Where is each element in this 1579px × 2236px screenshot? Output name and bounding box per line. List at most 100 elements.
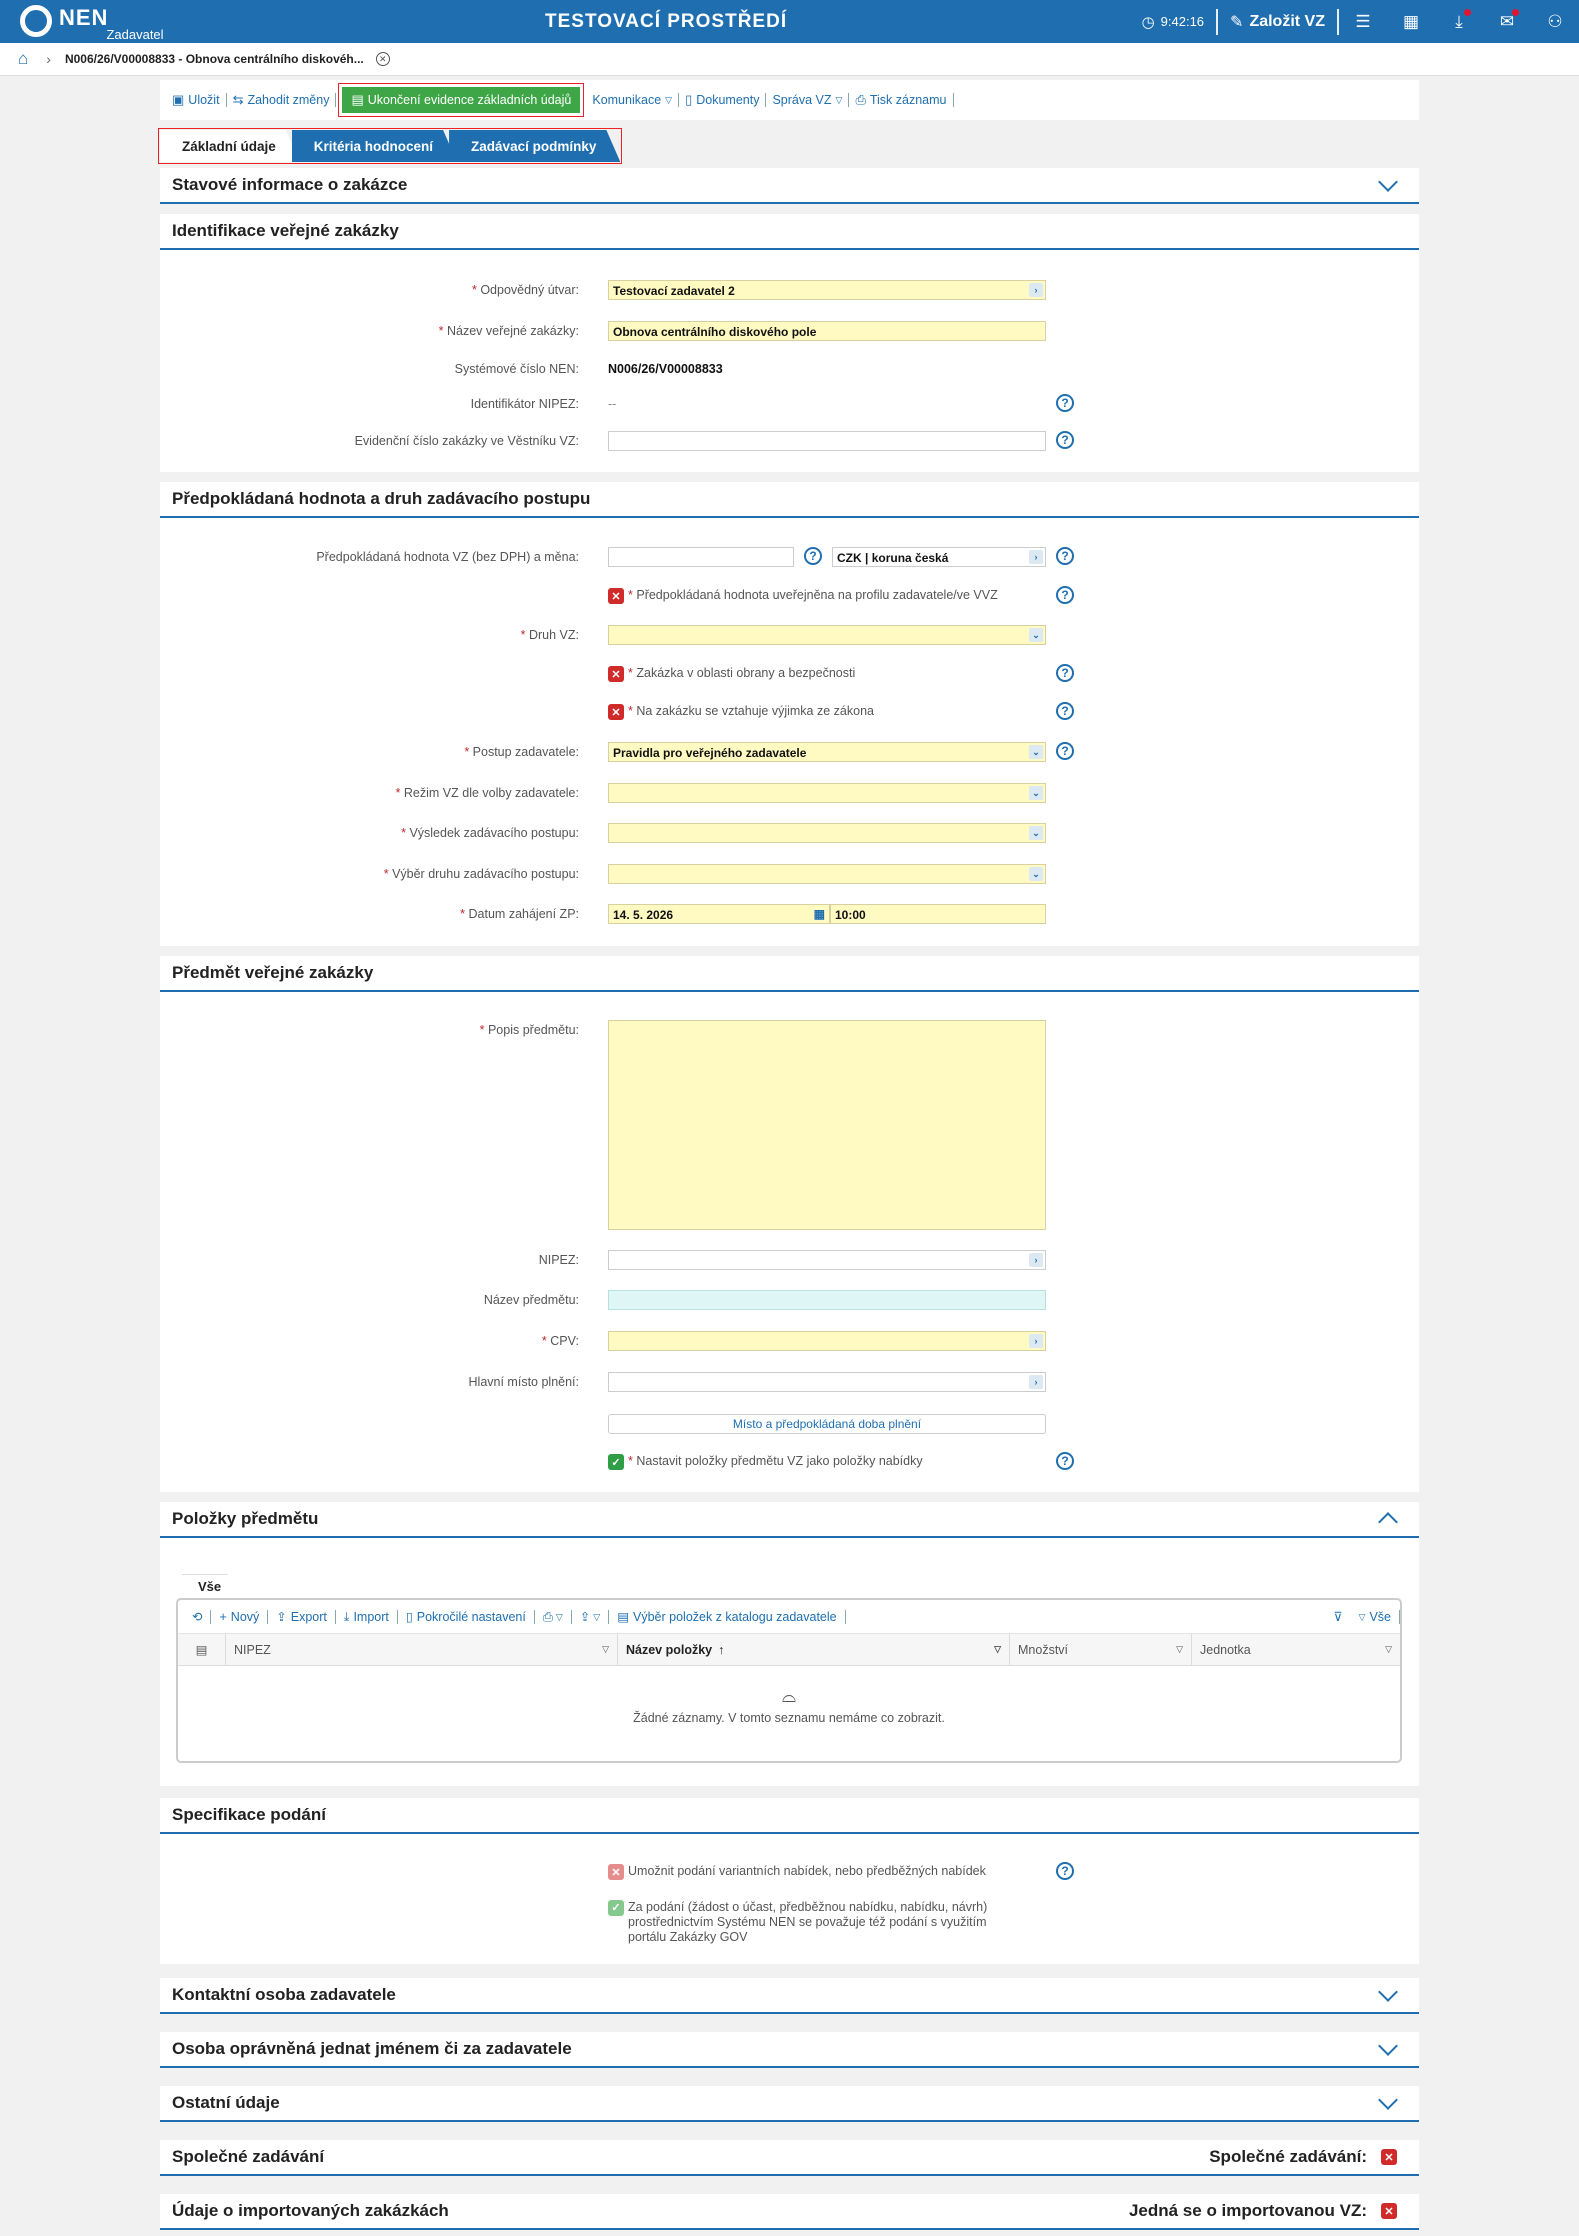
panel-header[interactable]: Položky předmětu xyxy=(160,1502,1419,1538)
import-button[interactable]: ⤓ Import xyxy=(336,1609,398,1624)
chevron-down-icon[interactable]: ⌄ xyxy=(1029,786,1043,800)
panel-header[interactable]: Ostatní údaje xyxy=(160,2086,1419,2122)
export-button[interactable]: ⇪ Export xyxy=(268,1609,336,1624)
place-duration-button[interactable]: Místo a předpokládaná doba plnění xyxy=(608,1414,1046,1434)
communication-menu[interactable]: Komunikace ▽ xyxy=(586,93,680,107)
column-settings-icon[interactable]: ▤ xyxy=(178,1634,226,1665)
chevron-down-icon[interactable]: ⌄ xyxy=(1029,826,1043,840)
start-date-input[interactable]: 14. 5. 2026 ▦ xyxy=(608,904,830,924)
chevron-down-icon[interactable]: ▽ xyxy=(994,1644,1001,1655)
chevron-up-icon[interactable] xyxy=(1378,1512,1398,1532)
subject-name-input[interactable] xyxy=(608,1290,1046,1310)
help-icon[interactable]: ? xyxy=(1056,547,1074,565)
documents-button[interactable]: ▯ Dokumenty xyxy=(679,93,767,107)
chevron-down-icon[interactable] xyxy=(1378,2090,1398,2110)
chevron-down-icon[interactable]: ▽ xyxy=(1176,1644,1183,1655)
create-vz-button[interactable]: ✎ Založit VZ xyxy=(1218,0,1337,43)
print-menu[interactable]: ⎙ ▽ xyxy=(535,1609,572,1624)
regime-select[interactable]: ⌄ xyxy=(608,783,1046,803)
nipez-select[interactable]: › xyxy=(608,1250,1046,1270)
tab-zadavaci-podminky[interactable]: Zadávací podmínky xyxy=(449,130,620,162)
notification-dot xyxy=(1512,9,1519,16)
chevron-down-icon[interactable]: ▽ xyxy=(1385,1644,1392,1655)
discard-button[interactable]: ⇆ Zahodit změny xyxy=(227,93,337,107)
tab-kriteria-hodnoceni[interactable]: Kritéria hodnocení xyxy=(292,130,457,162)
help-icon[interactable]: ? xyxy=(1056,664,1074,682)
user-icon[interactable]: ⚇ xyxy=(1531,0,1579,43)
column-quantity[interactable]: Množství ▽ xyxy=(1010,1634,1192,1665)
refresh-icon[interactable]: ⟲ xyxy=(184,1609,212,1624)
chevron-down-icon[interactable] xyxy=(1378,2036,1398,2056)
help-icon[interactable]: ? xyxy=(1056,431,1074,449)
calendar-icon[interactable]: ▦ xyxy=(1387,0,1435,43)
advanced-settings-button[interactable]: ▯ Pokročilé nastavení xyxy=(398,1609,535,1624)
help-icon[interactable]: ? xyxy=(1056,702,1074,720)
cpv-select[interactable]: › xyxy=(608,1331,1046,1351)
label: * Odpovědný útvar: xyxy=(471,283,579,297)
description-textarea[interactable] xyxy=(608,1020,1046,1230)
new-button[interactable]: + Nový xyxy=(211,1609,269,1624)
download-icon[interactable]: ⤓ xyxy=(1435,0,1483,43)
menu-icon[interactable]: ☰ xyxy=(1339,0,1387,43)
filter-icon[interactable]: ⊽ xyxy=(1325,1610,1350,1624)
home-icon[interactable]: ⌂ xyxy=(18,49,28,69)
currency-select[interactable]: CZK | koruna česká › xyxy=(832,547,1046,567)
procedure-select[interactable]: Pravidla pro veřejného zadavatele ⌄ xyxy=(608,742,1046,762)
print-record-button[interactable]: ⎙ Tisk záznamu xyxy=(849,93,954,107)
breadcrumb-item[interactable]: N006/26/V00008833 - Obnova centrálního d… xyxy=(65,52,364,66)
help-icon[interactable]: ? xyxy=(1056,742,1074,760)
journal-number-input[interactable] xyxy=(608,431,1046,451)
cross-icon: ✕ xyxy=(1381,2203,1397,2219)
responsible-unit-select[interactable]: Testovací zadavatel 2 › xyxy=(608,280,1046,300)
help-icon[interactable]: ? xyxy=(1056,394,1074,412)
close-icon[interactable]: ✕ xyxy=(375,52,390,66)
column-unit[interactable]: Jednotka ▽ xyxy=(1192,1634,1400,1665)
chevron-right-icon[interactable]: › xyxy=(1029,550,1043,564)
chevron-down-icon[interactable] xyxy=(1378,1982,1398,2002)
mail-icon[interactable]: ✉ xyxy=(1483,0,1531,43)
place-select[interactable]: › xyxy=(608,1372,1046,1392)
calendar-icon[interactable]: ▦ xyxy=(814,907,825,921)
panel-header[interactable]: Stavové informace o zakázce xyxy=(160,168,1419,204)
contract-type-select[interactable]: ⌄ xyxy=(608,625,1046,645)
finish-evidence-button[interactable]: ▤ Ukončení evidence základních údajů xyxy=(338,83,585,117)
panel-header[interactable]: Údaje o importovaných zakázkách Jedná se … xyxy=(160,2194,1419,2230)
help-icon[interactable]: ? xyxy=(1056,586,1074,604)
panel-header[interactable]: Společné zadávání Společné zadávání: ✕ xyxy=(160,2140,1419,2176)
nen-logo[interactable]: NEN Zadavatel xyxy=(20,5,164,42)
chevron-right-icon[interactable]: › xyxy=(1029,283,1043,297)
admin-menu[interactable]: Správa VZ ▽ xyxy=(766,93,850,107)
chevron-down-icon[interactable] xyxy=(1378,172,1398,192)
contract-name-input[interactable]: Obnova centrálního diskového pole xyxy=(608,321,1046,341)
panel-header[interactable]: Kontaktní osoba zadavatele xyxy=(160,1978,1419,2014)
column-item-name[interactable]: Název položky ↑ ▽ xyxy=(618,1634,1010,1665)
catalog-button[interactable]: ▤ Výběr položek z katalogu zadavatele xyxy=(609,1609,846,1624)
chevron-down-icon[interactable]: ⌄ xyxy=(1029,745,1043,759)
help-icon[interactable]: ? xyxy=(804,547,822,565)
view-menu[interactable]: ▽ Vše xyxy=(1351,1609,1400,1624)
checkbox-exemption[interactable]: ✕ * Na zakázku se vztahuje výjimka ze zák… xyxy=(608,704,874,720)
share-menu[interactable]: ⇪ ▽ xyxy=(572,1609,610,1624)
procedure-type-select[interactable]: ⌄ xyxy=(608,864,1046,884)
chevron-right-icon[interactable]: › xyxy=(1029,1253,1043,1267)
chevron-down-icon[interactable]: ⌄ xyxy=(1029,628,1043,642)
panel-header[interactable]: Osoba oprávněná jednat jménem či za zada… xyxy=(160,2032,1419,2068)
chevron-down-icon: ▽ xyxy=(1358,1611,1366,1622)
chevron-right-icon[interactable]: › xyxy=(1029,1375,1043,1389)
checkbox-value-published[interactable]: ✕ * Předpokládaná hodnota uveřejněna na p… xyxy=(608,588,998,604)
save-button[interactable]: ▣ Uložit xyxy=(166,93,227,107)
chevron-down-icon[interactable]: ⌄ xyxy=(1029,867,1043,881)
result-select[interactable]: ⌄ xyxy=(608,823,1046,843)
checkbox-items-as-offer[interactable]: ✓ * Nastavit položky předmětu VZ jako pol… xyxy=(608,1454,923,1470)
estimated-value-input[interactable] xyxy=(608,547,794,567)
help-icon[interactable]: ? xyxy=(1056,1862,1074,1880)
label: * Výsledek zadávacího postupu: xyxy=(401,826,579,840)
start-time-input[interactable]: 10:00 xyxy=(830,904,1046,924)
chevron-right-icon[interactable]: › xyxy=(1029,1334,1043,1348)
tab-zakladni-udaje[interactable]: Základní údaje xyxy=(160,130,300,162)
help-icon[interactable]: ? xyxy=(1056,1452,1074,1470)
chevron-down-icon[interactable]: ▽ xyxy=(602,1644,609,1655)
column-nipez[interactable]: NIPEZ ▽ xyxy=(226,1634,618,1665)
tab-vse[interactable]: Vše xyxy=(182,1574,241,1598)
checkbox-defense[interactable]: ✕ * Zakázka v oblasti obrany a bezpečnost… xyxy=(608,666,855,682)
